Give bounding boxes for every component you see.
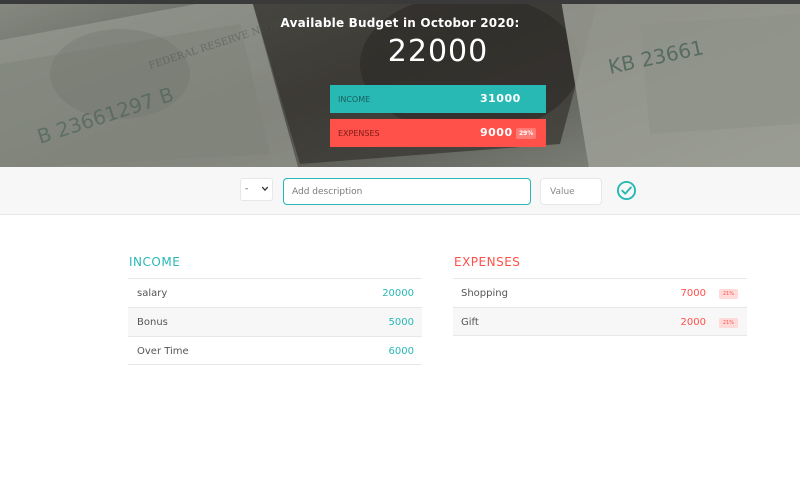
income-item-value: 6000 (388, 346, 414, 357)
budget-title: Available Budget in Octobor 2020: (280, 16, 520, 30)
expense-item-description: Gift (461, 317, 479, 328)
income-item-value: 5000 (388, 317, 414, 328)
expense-item-percentage: 21% (718, 289, 738, 299)
expense-item-value: 2000 (680, 317, 706, 328)
income-summary-label: Income (338, 95, 371, 104)
income-item-value: 20000 (382, 288, 414, 299)
expense-item-percentage: 21% (718, 318, 738, 328)
add-item-bar: - (0, 167, 800, 215)
expenses-summary-bar: Expenses 9000 29% (330, 119, 546, 147)
income-item-description: Over Time (137, 346, 189, 357)
expense-item[interactable]: Gift 2000 21% (453, 307, 747, 336)
income-item[interactable]: salary 20000 (128, 278, 422, 307)
type-select[interactable]: - (240, 178, 273, 201)
income-item[interactable]: Bonus 5000 (128, 307, 422, 336)
income-list: salary 20000 Bonus 5000 Over Time 6000 (128, 278, 422, 365)
chevron-down-icon (261, 186, 269, 191)
expenses-list-title: Expenses (454, 255, 521, 269)
type-select-value: - (245, 184, 249, 194)
income-summary-bar: Income 31000 (330, 85, 546, 113)
expenses-summary-value: 9000 (480, 126, 513, 139)
income-list-title: Income (129, 255, 181, 269)
income-summary-value: 31000 (480, 92, 521, 105)
income-item-description: salary (137, 288, 168, 299)
expenses-percentage-badge: 29% (516, 128, 537, 139)
description-input[interactable] (283, 178, 531, 205)
check-circle-icon[interactable] (616, 180, 637, 201)
expense-item[interactable]: Shopping 7000 21% (453, 278, 747, 307)
expense-item-value: 7000 (680, 288, 706, 299)
income-item-description: Bonus (137, 317, 168, 328)
available-budget-value: 22000 (387, 34, 489, 69)
income-item[interactable]: Over Time 6000 (128, 336, 422, 365)
expenses-list: Shopping 7000 21% Gift 2000 21% (453, 278, 747, 336)
expense-item-description: Shopping (461, 288, 508, 299)
value-input[interactable] (540, 178, 602, 205)
expenses-summary-label: Expenses (338, 129, 380, 138)
